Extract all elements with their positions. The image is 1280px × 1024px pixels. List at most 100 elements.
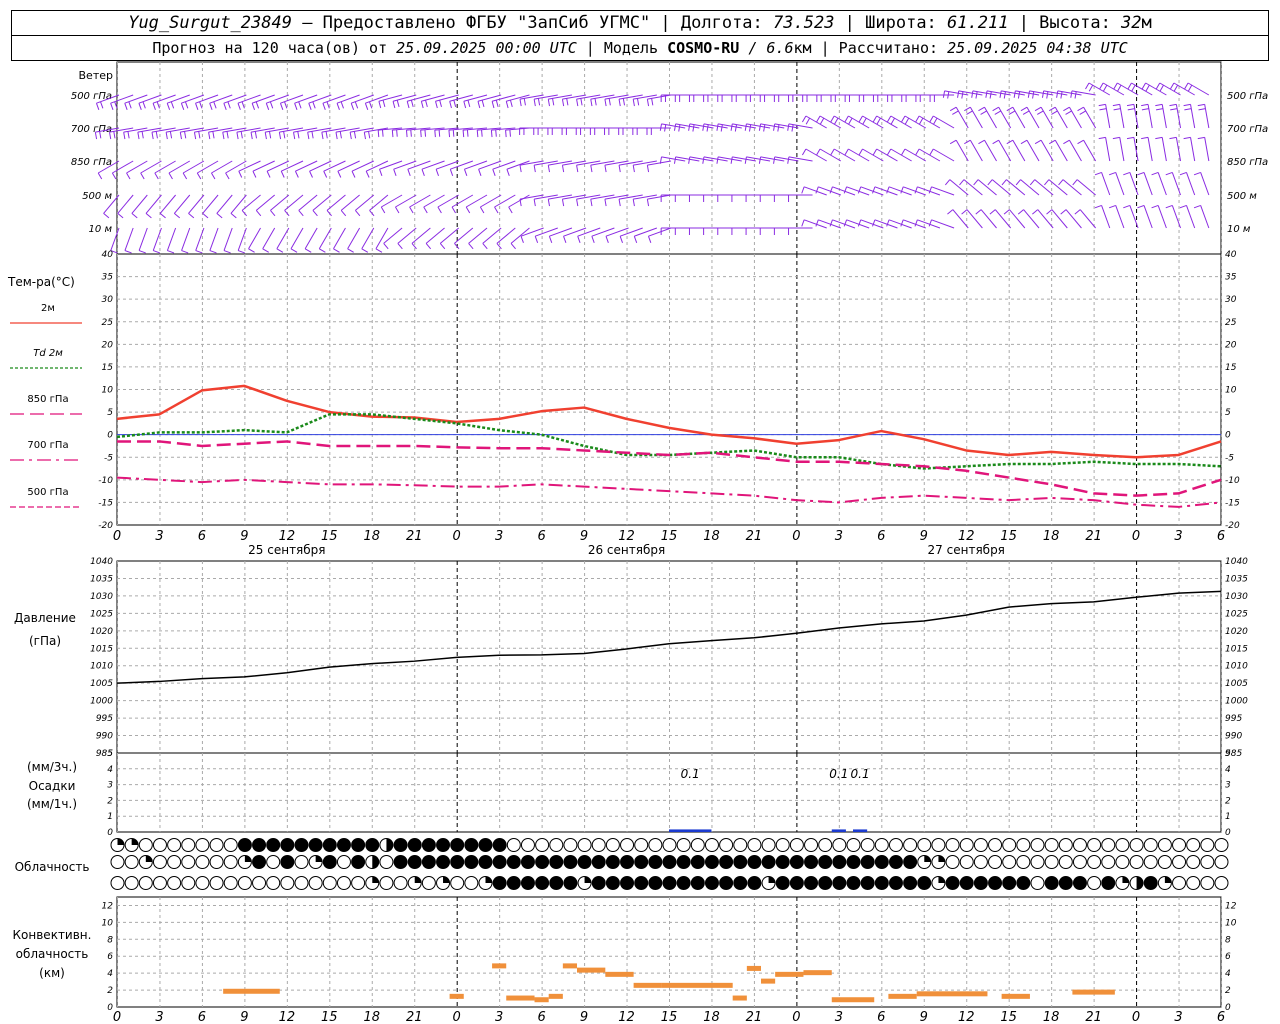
wind-barb-flag bbox=[420, 130, 422, 138]
conv-segment bbox=[1072, 989, 1115, 995]
wind-barb-staff bbox=[117, 194, 134, 214]
wind-level-label-right: 700 гПа bbox=[1227, 124, 1268, 135]
wind-barb-flag bbox=[1126, 103, 1134, 107]
cloud-symbol bbox=[492, 838, 507, 852]
cloud-symbol bbox=[450, 855, 465, 869]
cloud-symbol bbox=[138, 838, 153, 852]
wind-barb-flag bbox=[773, 123, 776, 131]
cloud-symbol bbox=[181, 855, 196, 869]
wind-barb-flag bbox=[964, 139, 971, 145]
wind-barb-staff bbox=[966, 209, 983, 229]
wind-barb-flag bbox=[378, 101, 382, 109]
cloud-symbol bbox=[775, 876, 790, 890]
wind-barb-flag bbox=[1169, 136, 1177, 140]
wind-barb-staff bbox=[1133, 104, 1139, 129]
cloud-symbol bbox=[747, 876, 762, 890]
wind-barb-flag bbox=[959, 179, 965, 186]
cloud-symbol-circle bbox=[336, 876, 351, 890]
wind-barb-staff bbox=[549, 227, 573, 237]
temperature-ytick-label-right: 35 bbox=[1225, 273, 1237, 283]
wind-barb-flag bbox=[520, 236, 524, 243]
cloud-symbol bbox=[676, 838, 691, 852]
temperature-ytick-label-right: 5 bbox=[1225, 408, 1231, 418]
wind-barb-flag bbox=[1079, 110, 1087, 115]
conv-xtick-label: 15 bbox=[661, 1010, 678, 1024]
cloud-symbol-circle bbox=[818, 855, 833, 869]
temperature-xtick-label: 6 bbox=[537, 529, 545, 544]
cloud-symbol-circle bbox=[223, 876, 238, 890]
wind-barb-flag bbox=[1015, 179, 1021, 186]
cloud-symbol bbox=[1044, 838, 1059, 852]
cloud-symbol-circle bbox=[195, 876, 210, 890]
wind-barb-staff bbox=[1186, 205, 1196, 229]
wind-barb-staff bbox=[917, 219, 941, 229]
cloud-symbol-circle bbox=[690, 876, 705, 890]
wind-barb-staff bbox=[110, 94, 134, 104]
wind-barb-flag bbox=[886, 219, 890, 227]
wind-barb-flag bbox=[188, 213, 195, 219]
wind-barb-flag bbox=[716, 156, 719, 164]
cloud-symbol bbox=[605, 876, 620, 890]
cloud-symbol bbox=[407, 876, 422, 890]
cloud-symbol bbox=[832, 855, 847, 869]
conv-segment bbox=[492, 963, 507, 969]
wind-barb-flag bbox=[490, 130, 493, 138]
wind-barb-flag bbox=[466, 129, 469, 137]
wind-barb-flag bbox=[238, 250, 245, 254]
cloud-symbol-circle bbox=[450, 876, 465, 890]
wind-barb-flag bbox=[702, 123, 705, 131]
wind-barb-flag bbox=[392, 101, 396, 109]
wind-barb-staff bbox=[223, 227, 233, 251]
wind-barb-flag bbox=[508, 206, 513, 214]
temperature-ytick-label: 5 bbox=[107, 408, 113, 418]
wind-barb-flag bbox=[633, 236, 638, 243]
wind-barb-staff bbox=[846, 219, 870, 229]
pressure-ytick-label: 1015 bbox=[90, 644, 113, 654]
wind-barb-staff bbox=[1200, 205, 1210, 229]
cloud-symbol bbox=[690, 876, 705, 890]
cloud-symbol bbox=[124, 838, 139, 852]
cloud-symbol bbox=[138, 855, 153, 869]
wind-barb-flag bbox=[748, 124, 752, 132]
wind-barb-flag bbox=[1112, 136, 1120, 140]
wind-barb-flag bbox=[1131, 84, 1136, 92]
cloud-symbol-circle bbox=[492, 876, 507, 890]
cloud-symbol-circle bbox=[888, 855, 903, 869]
wind-barb-flag bbox=[117, 213, 124, 219]
cloud-symbol-circle bbox=[266, 838, 281, 852]
wind-barb-flag bbox=[492, 169, 496, 176]
wind-barb-staff bbox=[1051, 209, 1068, 229]
cloud-symbol-circle bbox=[393, 876, 408, 890]
wind-barb-staff bbox=[159, 194, 176, 214]
wind-barb-flag bbox=[211, 172, 216, 180]
wind-barb-flag bbox=[350, 103, 355, 110]
temperature-xtick-label: 21 bbox=[406, 529, 423, 544]
cloud-symbol bbox=[351, 838, 366, 852]
wind-barb-flag bbox=[126, 172, 131, 180]
wind-barb-flag bbox=[304, 248, 312, 253]
wind-level-label-right: 500 гПа bbox=[1227, 91, 1268, 102]
wind-barb-flag bbox=[1044, 179, 1050, 186]
cloud-symbol bbox=[1186, 855, 1201, 869]
wind-barb-flag bbox=[1051, 110, 1058, 115]
cloud-symbol bbox=[492, 855, 507, 869]
cloud-symbol bbox=[1186, 876, 1201, 890]
wind-barb-staff bbox=[1147, 137, 1153, 162]
wind-barb-flag bbox=[900, 219, 904, 227]
wind-barb-flag bbox=[622, 98, 626, 106]
wind-barb-flag bbox=[1102, 84, 1108, 92]
wind-barb-flag bbox=[375, 248, 383, 253]
wind-barb-staff bbox=[195, 227, 205, 251]
conv-xtick-label: 18 bbox=[363, 1010, 380, 1024]
pressure-ytick-label: 1040 bbox=[90, 557, 113, 567]
precip-ytick-label: 2 bbox=[107, 796, 113, 806]
cloud-symbol-circle bbox=[152, 838, 167, 852]
wind-barb-flag bbox=[495, 99, 499, 107]
wind-barb-flag bbox=[439, 99, 442, 107]
conv-xtick-label: 0 bbox=[113, 1010, 121, 1024]
wind-barb-flag bbox=[354, 101, 359, 109]
cloud-symbol-circle bbox=[351, 876, 366, 890]
wind-barb-staff bbox=[392, 94, 417, 102]
temperature-xtick-label: 18 bbox=[363, 529, 380, 544]
cloud-symbol-circle bbox=[506, 855, 521, 869]
